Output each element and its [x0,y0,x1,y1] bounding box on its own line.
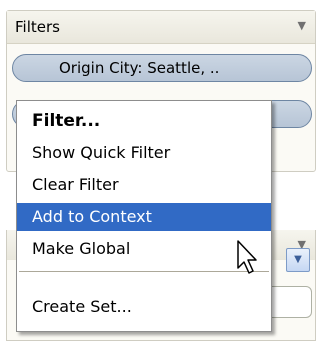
menu-item-filter[interactable]: Filter... [17,107,271,135]
menu-item-create-set[interactable]: Create Set... [17,293,271,321]
filters-shelf-header: Filters ▼ [7,11,315,44]
triangle-down-icon[interactable]: ▼ [298,19,306,32]
mouse-pointer-icon [237,240,257,274]
menu-item-label: Show Quick Filter [32,143,171,162]
menu-item-label: Make Global [32,239,131,258]
menu-item-show-quick-filter[interactable]: Show Quick Filter [17,139,271,167]
menu-separator [19,271,269,272]
menu-item-add-to-context[interactable]: Add to Context [17,203,271,231]
menu-item-label: Filter... [32,111,101,131]
menu-item-label: Create Set... [32,297,132,316]
filter-pill-origin-city[interactable]: Origin City: Seattle, .. [12,54,312,82]
filter-pill-label: Origin City: Seattle, .. [59,59,220,77]
context-menu: Filter... Show Quick Filter Clear Filter… [16,100,272,332]
menu-item-clear-filter[interactable]: Clear Filter [17,171,271,199]
filters-shelf-title: Filters [15,18,60,36]
chevron-down-icon[interactable]: ▼ [286,248,310,272]
menu-item-make-global[interactable]: Make Global [17,235,271,263]
menu-item-label: Add to Context [32,207,152,226]
menu-item-label: Clear Filter [32,175,119,194]
